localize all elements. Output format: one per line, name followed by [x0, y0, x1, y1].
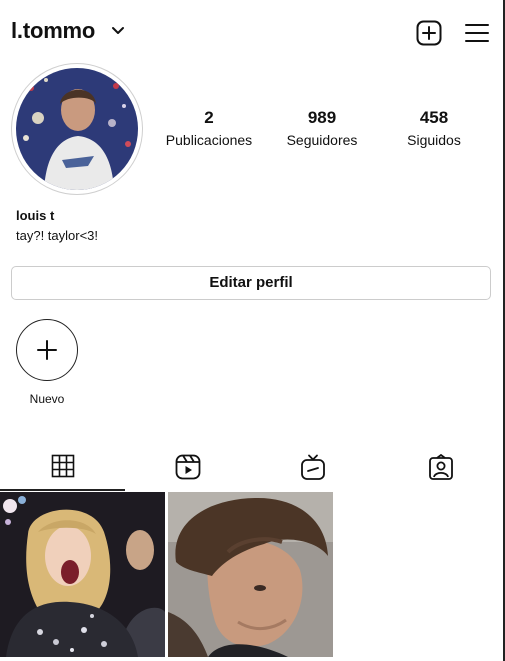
top-bar: l.tommo [0, 0, 505, 64]
following-count-value: 458 [419, 108, 449, 127]
new-highlight-label: Nuevo [29, 392, 65, 406]
igtv-icon [300, 454, 325, 480]
posts-count[interactable]: 2 Publicaciones [154, 108, 264, 149]
profile-bio: tay?! taylor<3! [16, 228, 99, 243]
post-thumbnail-1[interactable] [0, 492, 165, 657]
grid-icon [51, 454, 74, 478]
tab-grid[interactable] [0, 448, 125, 492]
following-count[interactable]: 458 Siguidos [379, 108, 489, 149]
profile-screen: l.tommo 2 Publicaciones 989 Seguidores 4… [0, 0, 505, 661]
new-highlight-button[interactable] [16, 319, 78, 381]
username[interactable]: l.tommo [11, 18, 95, 44]
post-thumbnail-2[interactable] [168, 492, 333, 657]
plus-icon [37, 340, 57, 360]
followers-count[interactable]: 989 Seguidores [267, 108, 377, 149]
followers-count-label: Seguidores [286, 132, 358, 148]
tagged-icon [428, 454, 453, 480]
tab-tagged[interactable] [378, 448, 503, 492]
followers-count-value: 989 [307, 108, 337, 127]
reels-icon [175, 454, 200, 480]
posts-count-value: 2 [204, 108, 214, 127]
hamburger-menu-icon[interactable] [465, 22, 489, 44]
plus-square-icon[interactable] [416, 20, 442, 46]
posts-count-label: Publicaciones [165, 132, 253, 148]
profile-name: louis t [16, 208, 55, 223]
avatar[interactable] [16, 68, 138, 190]
following-count-label: Siguidos [407, 132, 461, 148]
edit-profile-button[interactable]: Editar perfil [11, 266, 491, 300]
active-tab-indicator [0, 489, 125, 491]
profile-tabs [0, 448, 503, 492]
chevron-down-icon[interactable] [110, 23, 126, 39]
tab-igtv[interactable] [250, 448, 375, 492]
tab-reels[interactable] [125, 448, 250, 492]
